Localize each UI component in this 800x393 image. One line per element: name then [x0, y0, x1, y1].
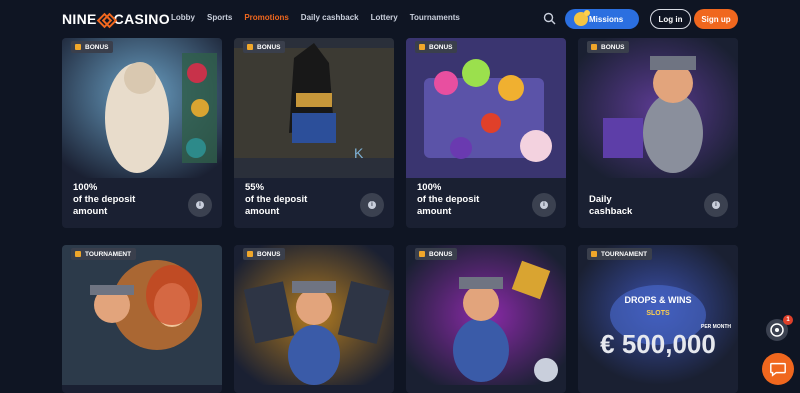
svg-text:€ 500,000: € 500,000	[600, 329, 716, 359]
card-badge: TOURNAMENT	[587, 248, 653, 260]
promo-card[interactable]: BONUS	[234, 245, 394, 393]
mascot-gift-art	[578, 38, 738, 178]
chat-icon	[770, 362, 786, 377]
card-description: Daily cashback	[589, 194, 633, 217]
card-badge: BONUS	[415, 248, 458, 260]
site-header: NINE CASINO Lobby Sports Promotions Dail…	[0, 0, 800, 38]
svg-text:K: K	[354, 145, 364, 161]
promo-card[interactable]: K BONUS 55% of the deposit amount i	[234, 38, 394, 228]
missions-notification-dot	[584, 10, 590, 16]
gift-icon	[419, 251, 425, 257]
info-button[interactable]: i	[188, 193, 212, 217]
search-icon[interactable]	[543, 12, 556, 25]
logo-mark-icon	[99, 14, 112, 24]
main-nav: Lobby Sports Promotions Daily cashback L…	[171, 13, 460, 22]
missions-button[interactable]: Missions	[565, 9, 639, 29]
trophy-icon	[75, 251, 81, 257]
gift-icon	[247, 251, 253, 257]
drops-wins-art: DROPS & WINS SLOTS € 500,000 PER MONTH	[578, 245, 738, 385]
svg-text:PER MONTH: PER MONTH	[701, 324, 731, 330]
mascot-and-lady-art	[62, 245, 222, 385]
info-icon: i	[196, 201, 204, 209]
logo-text-right: CASINO	[113, 11, 170, 27]
mascot-purple-art	[406, 245, 566, 385]
nav-item-promotions[interactable]: Promotions	[244, 13, 288, 22]
gift-icon	[419, 44, 425, 50]
mascot-cards-art	[234, 245, 394, 385]
info-button[interactable]: i	[532, 193, 556, 217]
anubis-slot-art: K	[234, 38, 394, 178]
nav-item-daily-cashback[interactable]: Daily cashback	[301, 13, 359, 22]
login-button[interactable]: Log in	[650, 9, 691, 29]
promo-card[interactable]: BONUS	[406, 245, 566, 393]
card-description: 100% of the deposit amount	[73, 182, 136, 217]
card-description: 55% of the deposit amount	[245, 182, 308, 217]
zeus-slot-art	[62, 38, 222, 178]
gift-icon	[75, 44, 81, 50]
info-icon: i	[368, 201, 376, 209]
card-badge: BONUS	[587, 41, 630, 53]
gift-icon	[591, 44, 597, 50]
card-badge: BONUS	[243, 41, 286, 53]
card-badge: BONUS	[415, 41, 458, 53]
nav-item-lottery[interactable]: Lottery	[371, 13, 398, 22]
notification-badge: 1	[783, 315, 793, 325]
card-badge: TOURNAMENT	[71, 248, 137, 260]
signup-button[interactable]: Sign up	[694, 9, 738, 29]
nav-item-tournaments[interactable]: Tournaments	[410, 13, 460, 22]
info-icon: i	[540, 201, 548, 209]
promo-card[interactable]: BONUS 100% of the deposit amount i	[62, 38, 222, 228]
gift-icon	[247, 44, 253, 50]
promo-card[interactable]: DROPS & WINS SLOTS € 500,000 PER MONTH T…	[578, 245, 738, 393]
info-button[interactable]: i	[360, 193, 384, 217]
nav-item-sports[interactable]: Sports	[207, 13, 232, 22]
info-icon: i	[712, 201, 720, 209]
promo-card[interactable]: BONUS 100% of the deposit amount i	[406, 38, 566, 228]
candy-slot-art	[406, 38, 566, 178]
logo-text-left: NINE	[62, 11, 97, 27]
svg-text:DROPS & WINS: DROPS & WINS	[624, 295, 691, 305]
missions-label: Missions	[589, 14, 624, 24]
promo-card[interactable]: BONUS Daily cashback i	[578, 38, 738, 228]
svg-text:SLOTS: SLOTS	[646, 310, 670, 317]
site-logo[interactable]: NINE CASINO	[62, 11, 170, 27]
nav-item-lobby[interactable]: Lobby	[171, 13, 195, 22]
chat-button[interactable]	[762, 353, 794, 385]
promo-card[interactable]: TOURNAMENT	[62, 245, 222, 393]
card-badge: BONUS	[71, 41, 114, 53]
card-description: 100% of the deposit amount	[417, 182, 480, 217]
info-button[interactable]: i	[704, 193, 728, 217]
card-badge: BONUS	[243, 248, 286, 260]
trophy-icon	[591, 251, 597, 257]
